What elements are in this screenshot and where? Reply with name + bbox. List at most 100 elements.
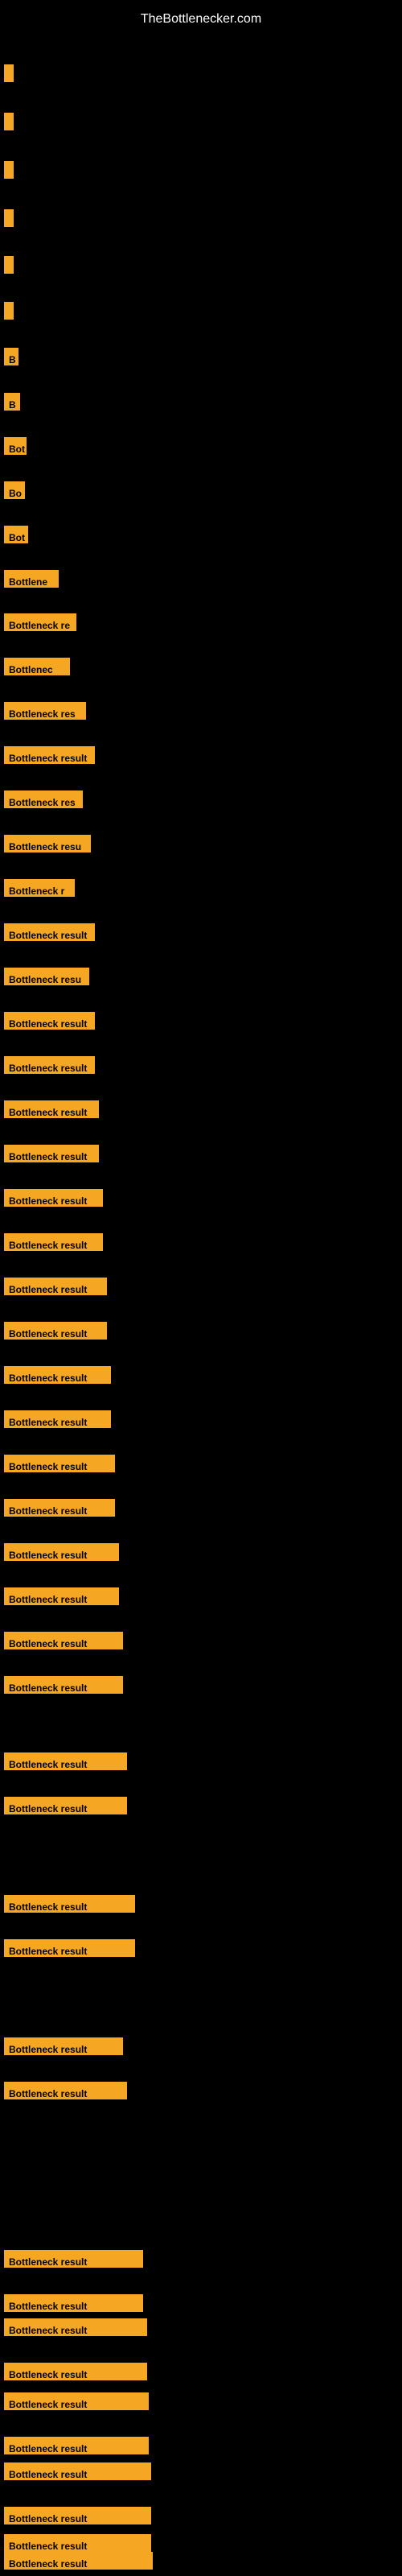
bar-label bbox=[4, 302, 14, 320]
bar-item: Bottleneck res bbox=[4, 791, 83, 808]
bar-item: Bot bbox=[4, 526, 28, 543]
bar-item: Bottleneck result bbox=[4, 1895, 135, 1913]
bar-item: Bottleneck result bbox=[4, 2552, 153, 2570]
bar-item: Bottleneck resu bbox=[4, 835, 91, 852]
bar-item: Bottleneck result bbox=[4, 2250, 143, 2268]
bar-label: Bottleneck result bbox=[4, 1189, 103, 1207]
bar-label: Bottleneck result bbox=[4, 1455, 115, 1472]
bar-label: Bottleneck result bbox=[4, 1278, 107, 1295]
bar-label bbox=[4, 113, 14, 130]
bar-item: Bottleneck result bbox=[4, 2037, 123, 2055]
bar-label: Bot bbox=[4, 437, 27, 455]
bar-label: Bottleneck result bbox=[4, 1322, 107, 1340]
bar-item: B bbox=[4, 393, 20, 411]
bar-item bbox=[4, 256, 14, 274]
bar-label: Bottleneck result bbox=[4, 2363, 147, 2380]
bar-item: Bottleneck result bbox=[4, 1455, 115, 1472]
bar-label: Bottleneck result bbox=[4, 1012, 95, 1030]
bar-item: Bottleneck result bbox=[4, 2082, 127, 2099]
bar-label: Bottleneck result bbox=[4, 1056, 95, 1074]
bar-label: Bottleneck result bbox=[4, 1233, 103, 1251]
bar-item: Bottleneck result bbox=[4, 1410, 111, 1428]
bar-label: Bottleneck result bbox=[4, 1939, 135, 1957]
bar-label: Bottleneck result bbox=[4, 1543, 119, 1561]
bar-item: Bottleneck result bbox=[4, 2318, 147, 2336]
bar-item bbox=[4, 113, 14, 130]
bar-label: Bottleneck result bbox=[4, 2437, 149, 2454]
bar-label: Bottleneck res bbox=[4, 791, 83, 808]
bar-item: Bottleneck result bbox=[4, 1543, 119, 1561]
bar-item: Bottleneck result bbox=[4, 2534, 151, 2552]
bar-item: Bottleneck re bbox=[4, 613, 76, 631]
bar-label: Bottleneck result bbox=[4, 1632, 123, 1649]
bar-label: Bottleneck resu bbox=[4, 835, 91, 852]
bar-item: Bottleneck result bbox=[4, 1233, 103, 1251]
bar-label bbox=[4, 256, 14, 274]
bar-label: Bottleneck result bbox=[4, 1676, 123, 1694]
bar-label: Bottleneck result bbox=[4, 1752, 127, 1770]
bar-item: Bottleneck result bbox=[4, 2507, 151, 2524]
bar-item: Bottleneck result bbox=[4, 1939, 135, 1957]
bar-item: Bottleneck result bbox=[4, 1632, 123, 1649]
bar-item: Bottleneck result bbox=[4, 1189, 103, 1207]
bar-item: Bottleneck result bbox=[4, 1100, 99, 1118]
bar-item: Bottleneck result bbox=[4, 1587, 119, 1605]
bar-label: Bottleneck result bbox=[4, 2250, 143, 2268]
bar-label: Bottleneck result bbox=[4, 2462, 151, 2480]
bar-label: Bottlenec bbox=[4, 658, 70, 675]
bar-item: Bottleneck result bbox=[4, 2437, 149, 2454]
bar-label: Bottleneck result bbox=[4, 2082, 127, 2099]
bar-item: Bottleneck result bbox=[4, 1676, 123, 1694]
bar-label: Bottleneck re bbox=[4, 613, 76, 631]
bar-item bbox=[4, 209, 14, 227]
bar-label: Bottleneck result bbox=[4, 1895, 135, 1913]
bar-label: Bottleneck result bbox=[4, 1797, 127, 1814]
bar-label: Bottleneck result bbox=[4, 2507, 151, 2524]
bar-item: Bottleneck result bbox=[4, 1797, 127, 1814]
bar-label: B bbox=[4, 348, 18, 365]
bar-item: Bottleneck result bbox=[4, 1145, 99, 1162]
bar-label: Bottleneck result bbox=[4, 2534, 151, 2552]
bar-label: Bottleneck result bbox=[4, 2318, 147, 2336]
bar-label: Bottleneck result bbox=[4, 1100, 99, 1118]
bar-label: Bo bbox=[4, 481, 25, 499]
bar-item: Bottleneck result bbox=[4, 1056, 95, 1074]
bar-label: Bottleneck result bbox=[4, 923, 95, 941]
bar-item bbox=[4, 161, 14, 179]
bar-item: Bottleneck result bbox=[4, 1322, 107, 1340]
bar-item: Bottleneck result bbox=[4, 2363, 147, 2380]
bar-item: Bottleneck result bbox=[4, 1752, 127, 1770]
bar-item: Bottleneck r bbox=[4, 879, 75, 897]
bar-item: Bottleneck result bbox=[4, 2294, 143, 2312]
bar-label: Bottleneck result bbox=[4, 1587, 119, 1605]
bar-label: Bottleneck result bbox=[4, 2552, 153, 2570]
bar-label: Bot bbox=[4, 526, 28, 543]
bar-label: Bottleneck resu bbox=[4, 968, 89, 985]
bar-item: Bottleneck result bbox=[4, 1278, 107, 1295]
bar-label: Bottleneck result bbox=[4, 2392, 149, 2410]
bar-item: Bot bbox=[4, 437, 27, 455]
site-title: TheBottlenecker.com bbox=[0, 4, 402, 35]
bar-label: Bottleneck result bbox=[4, 2037, 123, 2055]
bar-label bbox=[4, 161, 14, 179]
bar-label: Bottleneck res bbox=[4, 702, 86, 720]
bar-item bbox=[4, 302, 14, 320]
bar-item: Bottlenec bbox=[4, 658, 70, 675]
bar-item: Bottleneck resu bbox=[4, 968, 89, 985]
bar-label: Bottleneck r bbox=[4, 879, 75, 897]
bar-label: Bottleneck result bbox=[4, 1145, 99, 1162]
bar-item: Bottleneck result bbox=[4, 2392, 149, 2410]
bar-item: Bottleneck result bbox=[4, 1499, 115, 1517]
bar-item: Bo bbox=[4, 481, 25, 499]
bar-item: Bottleneck result bbox=[4, 923, 95, 941]
bar-item: Bottleneck result bbox=[4, 2462, 151, 2480]
bar-label bbox=[4, 64, 14, 82]
bar-label: Bottleneck result bbox=[4, 2294, 143, 2312]
bar-item: Bottleneck result bbox=[4, 1012, 95, 1030]
bar-label bbox=[4, 209, 14, 227]
bar-label: B bbox=[4, 393, 20, 411]
bar-label: Bottleneck result bbox=[4, 1410, 111, 1428]
bar-item: B bbox=[4, 348, 18, 365]
bar-label: Bottleneck result bbox=[4, 1366, 111, 1384]
bar-item: Bottlene bbox=[4, 570, 59, 588]
